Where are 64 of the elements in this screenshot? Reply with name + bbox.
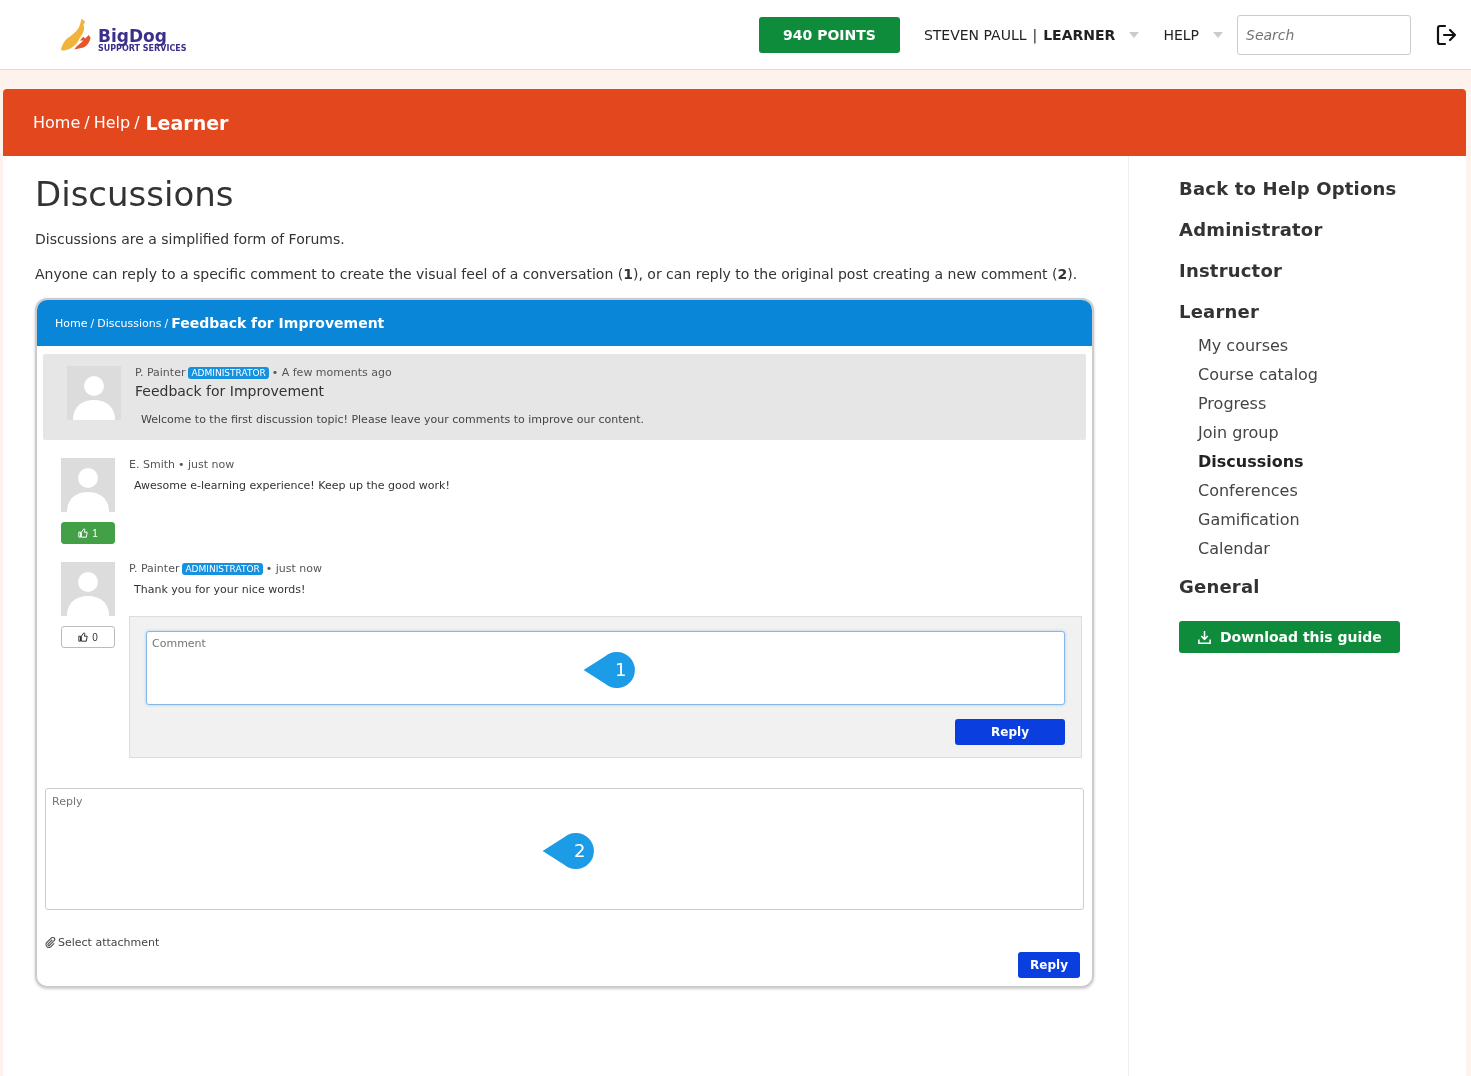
user-name: STEVEN PAULL <box>923 26 1027 43</box>
paragraph: Discussions are a simplified form of Forums. <box>35 230 346 249</box>
comment-text: Thank you for your nice words! <box>134 583 307 596</box>
sidebar-item[interactable]: Back to Help Options <box>1179 178 1397 199</box>
search-field[interactable]: Search <box>1237 14 1411 55</box>
avatar-icon <box>67 366 121 420</box>
sidebar-item[interactable]: Administrator <box>1179 219 1323 240</box>
sidebar-subitem[interactable]: Discussions <box>1198 452 1318 471</box>
breadcrumb-link[interactable]: Home <box>33 113 81 132</box>
thumbs-up-icon <box>78 528 89 538</box>
post-title: Feedback for Improvement <box>135 383 325 399</box>
like-button[interactable]: 0 <box>61 626 115 648</box>
author-name: P. Painter <box>135 366 186 379</box>
sidebar-subitem[interactable]: My courses <box>1198 336 1318 355</box>
points-button[interactable]: 940 POINTS <box>759 16 900 53</box>
logo-name: BigDog <box>98 27 167 45</box>
download-button[interactable]: Download this guide <box>1179 621 1400 653</box>
caret-icon <box>1213 31 1223 38</box>
breadcrumb-link[interactable]: Discussions <box>97 316 162 330</box>
reply-button[interactable]: Reply <box>1018 952 1080 978</box>
sidebar-subitem[interactable]: Calendar <box>1198 539 1318 558</box>
author-name: P. Painter <box>129 562 180 575</box>
paperclip-icon <box>45 937 56 948</box>
help-menu[interactable]: HELP <box>1163 26 1223 43</box>
sidebar-subitem[interactable]: Conferences <box>1198 481 1318 500</box>
caret-icon <box>1129 31 1140 38</box>
breadcrumb-separator: / <box>90 316 95 330</box>
post-text: Welcome to the first discussion topic! Please leave your comments to improve our content. <box>140 413 645 426</box>
user-menu[interactable]: STEVEN PAULL | LEARNER <box>923 26 1140 43</box>
page-title: Discussions <box>35 174 235 214</box>
sidebar-subitem[interactable]: Gamification <box>1198 510 1318 529</box>
help-label: HELP <box>1163 26 1199 43</box>
breadcrumb-link[interactable]: Help <box>93 113 131 132</box>
paragraph: Anyone can reply to a specific comment to create the visual feel of a conversation (1), or can reply to the original post creating a new comment (2). <box>35 265 1079 284</box>
author-name: E. Smith <box>129 458 175 471</box>
download-icon <box>1197 629 1212 645</box>
role-badge: ADMINISTRATOR <box>182 562 263 575</box>
logo-tagline: SUPPORT SERVICES <box>98 44 187 53</box>
breadcrumb-separator: / <box>164 316 169 330</box>
user-role: LEARNER <box>1043 26 1116 43</box>
sidebar-subitem[interactable]: Course catalog <box>1198 365 1318 384</box>
reply-button[interactable]: Reply <box>955 719 1065 745</box>
breadcrumb-separator: / <box>84 113 90 132</box>
breadcrumb-current: Learner <box>145 111 229 134</box>
logout-icon[interactable] <box>1435 22 1459 47</box>
avatar-icon <box>61 562 115 616</box>
user-separator: | <box>1032 26 1038 43</box>
role-badge: ADMINISTRATOR <box>188 366 269 379</box>
thumbs-up-icon <box>78 632 89 642</box>
sidebar-item[interactable]: Learner <box>1179 301 1259 322</box>
breadcrumb-separator: / <box>134 113 140 132</box>
comment-time: • just now <box>265 562 322 575</box>
logo[interactable]: BigDog SUPPORT SERVICES <box>60 16 187 53</box>
avatar-icon <box>61 458 115 512</box>
sidebar-subitem[interactable]: Join group <box>1198 423 1318 442</box>
breadcrumb-link[interactable]: Home <box>55 316 88 330</box>
comment-time: • just now <box>178 458 235 471</box>
post-time: • A few moments ago <box>271 366 392 379</box>
sidebar-item[interactable]: Instructor <box>1179 260 1283 281</box>
sidebar-item[interactable]: General <box>1179 576 1260 597</box>
sidebar-subitem[interactable]: Progress <box>1198 394 1318 413</box>
comment-text: Awesome e-learning experience! Keep up the good work! <box>134 479 451 492</box>
breadcrumb-current: Feedback for Improvement <box>171 315 385 331</box>
attachment-link[interactable]: Select attachment <box>45 936 160 949</box>
